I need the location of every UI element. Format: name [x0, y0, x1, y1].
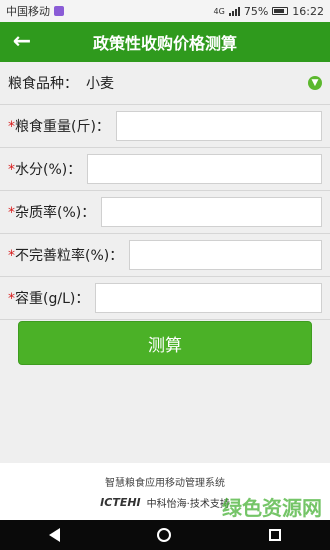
imperfect-label-text: 不完善粒率(%)：	[15, 248, 124, 264]
required-mark: *	[8, 205, 15, 221]
nav-home-icon[interactable]	[157, 528, 172, 542]
required-mark: *	[8, 248, 15, 264]
moisture-input[interactable]	[87, 154, 322, 184]
bulk-density-label-text: 容重(g/L)：	[15, 291, 90, 307]
chevron-down-circle-icon[interactable]: ▼	[308, 76, 322, 90]
imperfect-row: *不完善粒率(%)：	[0, 234, 330, 277]
impurity-row: *杂质率(%)：	[0, 191, 330, 234]
grain-type-value[interactable]: 小麦	[86, 73, 308, 93]
page-title: 政策性收购价格测算	[92, 34, 237, 53]
app-header: ← 政策性收购价格测算	[0, 22, 330, 62]
network-label: 4G	[213, 6, 225, 16]
weight-label-text: 粮食重量(斤)：	[15, 119, 110, 135]
watermark: 绿色资源网	[222, 496, 322, 520]
status-bar: 中国移动 4G 75% 16:22	[0, 0, 330, 22]
grain-type-row[interactable]: 粮食品种： 小麦 ▼	[0, 62, 330, 105]
company-logo: ICTEHI	[100, 495, 141, 509]
footer-brand: ICTEHI 中科怡海·技术支持	[100, 495, 230, 510]
signal-icon	[228, 6, 240, 16]
status-left: 中国移动	[6, 3, 64, 19]
grain-type-label: 粮食品种：	[8, 76, 78, 92]
calculate-button[interactable]: 测算	[18, 321, 312, 365]
weight-label: *粮食重量(斤)：	[8, 116, 110, 136]
battery-icon	[272, 7, 289, 15]
imperfect-label: *不完善粒率(%)：	[8, 245, 123, 265]
required-mark: *	[8, 291, 15, 307]
status-right: 4G 75% 16:22	[214, 5, 324, 18]
clock: 16:22	[292, 4, 324, 18]
moisture-label-text: 水分(%)：	[15, 162, 82, 178]
battery-percent: 75%	[243, 4, 269, 18]
notification-app-icon	[54, 6, 64, 16]
arrow-left-icon[interactable]: ←	[10, 30, 34, 54]
required-mark: *	[8, 119, 15, 135]
bulk-density-row: *容重(g/L)：	[0, 277, 330, 320]
imperfect-input[interactable]	[129, 240, 322, 270]
impurity-label: *杂质率(%)：	[8, 202, 95, 222]
weight-input[interactable]	[115, 111, 322, 141]
impurity-input[interactable]	[101, 197, 322, 227]
bulk-density-label: *容重(g/L)：	[8, 288, 89, 308]
weight-row: *粮食重量(斤)：	[0, 105, 330, 148]
impurity-label-text: 杂质率(%)：	[15, 205, 96, 221]
price-form: 粮食品种： 小麦 ▼ *粮食重量(斤)： *水分(%)： *杂质率(%)： *不…	[0, 62, 330, 320]
moisture-label: *水分(%)：	[8, 159, 81, 179]
carrier-label: 中国移动	[6, 5, 50, 18]
bulk-density-input[interactable]	[95, 283, 322, 313]
nav-recent-icon[interactable]	[269, 529, 282, 541]
moisture-row: *水分(%)：	[0, 148, 330, 191]
system-nav-bar	[0, 520, 330, 550]
support-text: 中科怡海·技术支持	[146, 498, 230, 510]
footer-title: 智慧粮食应用移动管理系统	[105, 477, 225, 489]
required-mark: *	[8, 162, 15, 178]
nav-back-icon[interactable]	[48, 528, 60, 542]
